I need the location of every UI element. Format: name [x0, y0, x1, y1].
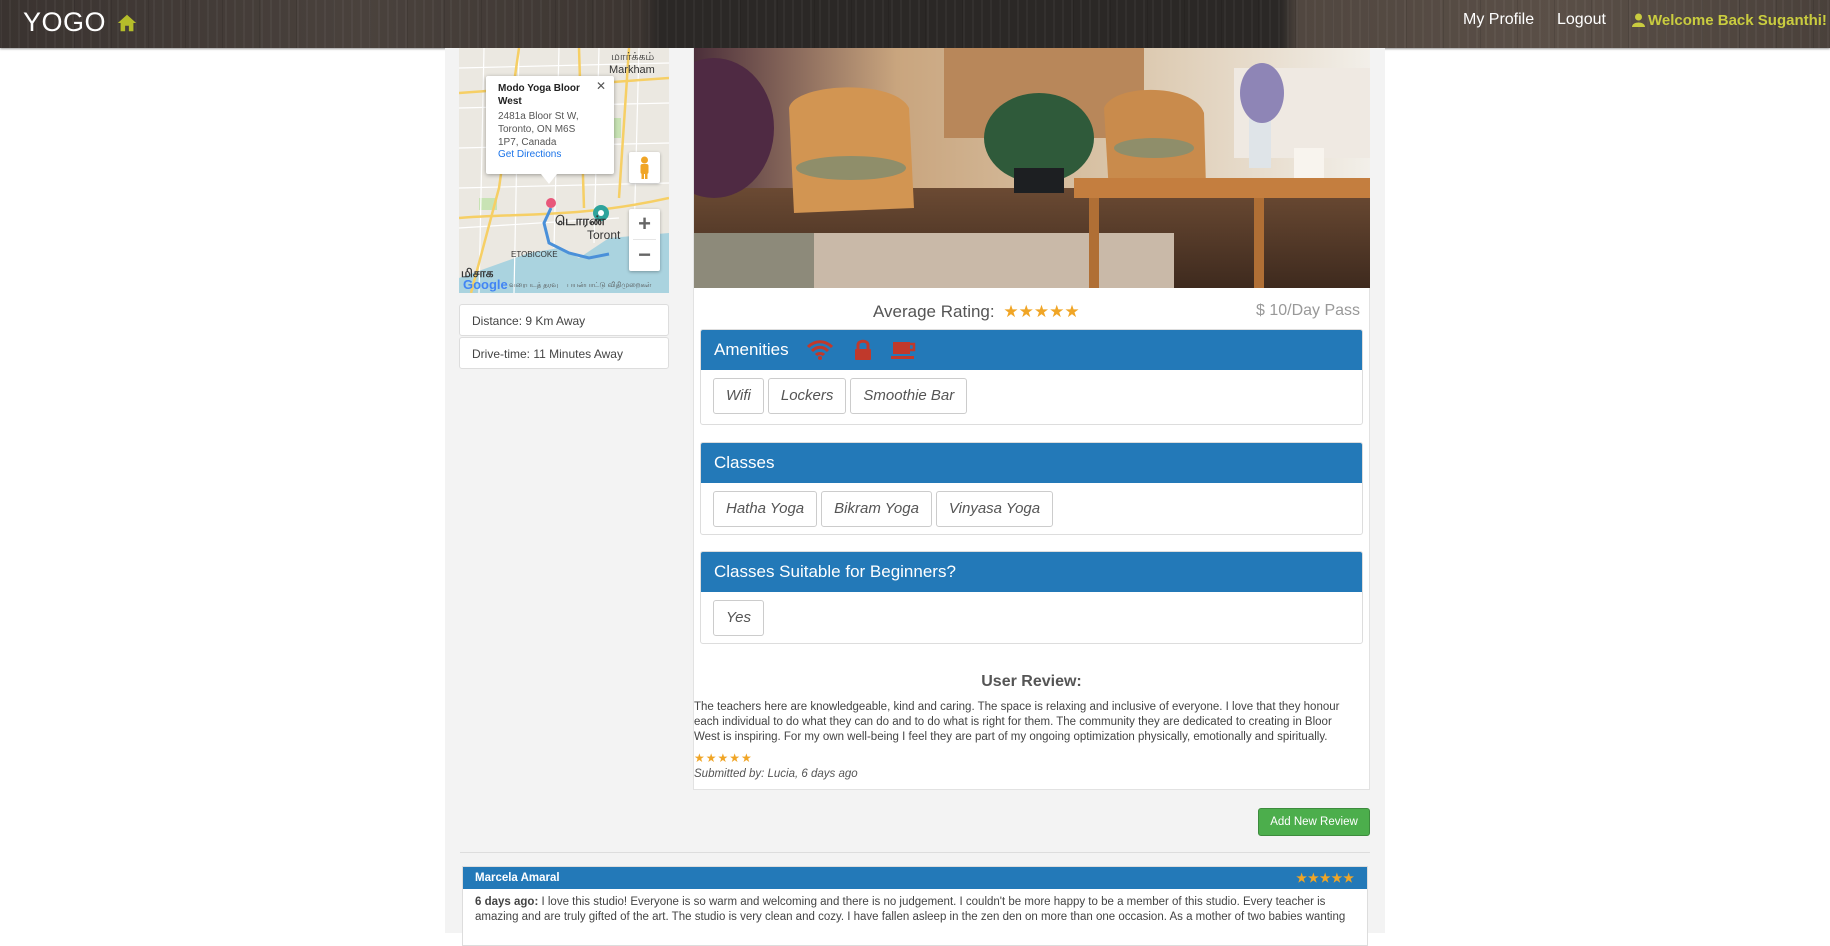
coffee-icon	[891, 342, 916, 359]
distance-box: Distance: 9 Km Away	[459, 304, 669, 336]
class-tag: Bikram Yoga	[821, 491, 932, 527]
popup-title: Modo Yoga Bloor West	[498, 83, 580, 107]
amenities-title: Amenities	[714, 340, 789, 359]
zoom-in-button[interactable]: +	[629, 209, 660, 239]
review-date: 6 days ago:	[475, 896, 539, 908]
star-icon: ★	[1018, 302, 1034, 321]
map-label-markham: Markham	[609, 64, 655, 76]
user-review-submitted-by: Submitted by: Lucia, 6 days ago	[694, 768, 858, 780]
review-card-body: 6 days ago: I love this studio! Everyone…	[463, 889, 1367, 931]
map-data-text[interactable]: வரைபடத் தரவு	[509, 281, 558, 290]
brand-logo[interactable]: YOGO	[23, 7, 106, 38]
amenity-tag: Wifi	[713, 378, 764, 414]
drive-time-box: Drive-time: 11 Minutes Away	[459, 337, 669, 369]
average-rating-label: Average Rating:	[873, 302, 995, 321]
studio-photo-illustration	[694, 48, 1370, 288]
welcome-message[interactable]: Welcome Back Suganthi!	[1632, 12, 1827, 29]
beginners-list: Yes	[701, 592, 1362, 644]
lock-icon	[855, 339, 871, 360]
map-label-markham-ta: மார்க்கம்	[611, 51, 655, 63]
review-card-header: Marcela Amaral ★★★★★	[463, 867, 1367, 889]
zoom-controls: + −	[629, 209, 660, 271]
google-logo: Google	[463, 277, 508, 292]
amenities-section: Amenities Wifi Lockers Smoothie Bar	[700, 329, 1363, 425]
popup-address: 2481a Bloor St W, Toronto, ON M6S 1P7, C…	[498, 111, 579, 148]
review-card: Marcela Amaral ★★★★★ 6 days ago: I love …	[462, 866, 1368, 946]
star-icon: ★	[1049, 302, 1065, 321]
popup-tail	[541, 174, 557, 184]
star-icon: ★	[1033, 302, 1050, 321]
map-label-etobicoke: ETOBICOKE	[511, 250, 558, 259]
pegman-icon[interactable]	[629, 152, 660, 183]
beginners-tag: Yes	[713, 600, 765, 636]
close-icon[interactable]: ✕	[596, 79, 606, 93]
price-label: $ 10/Day Pass	[1256, 302, 1361, 319]
home-icon[interactable]	[116, 12, 138, 34]
map-label-toronto: Toront	[587, 228, 621, 242]
classes-list: Hatha Yoga Bikram Yoga Vinyasa Yoga	[701, 483, 1362, 535]
user-review-title: User Review:	[981, 673, 1082, 690]
review-card-stars: ★★★★★	[1296, 871, 1355, 885]
welcome-text: Welcome Back Suganthi!	[1648, 12, 1827, 29]
user-review-stars: ★★★★★	[694, 751, 753, 765]
zoom-out-button[interactable]: −	[629, 240, 660, 270]
beginners-section: Classes Suitable for Beginners? Yes	[700, 551, 1363, 644]
review-card-text: I love this studio! Everyone is so warm …	[475, 896, 1346, 923]
user-icon	[1632, 13, 1645, 27]
average-rating: Average Rating: ★★★★★	[873, 302, 1080, 322]
classes-section: Classes Hatha Yoga Bikram Yoga Vinyasa Yog…	[700, 442, 1363, 535]
class-tag: Hatha Yoga	[713, 491, 818, 527]
star-icon: ★	[1003, 302, 1019, 321]
review-author: Marcela Amaral	[475, 872, 560, 884]
logout-link[interactable]: Logout	[1557, 11, 1606, 29]
amenities-header: Amenities	[701, 330, 1362, 370]
add-new-review-button[interactable]: Add New Review	[1258, 808, 1370, 836]
classes-header: Classes	[701, 443, 1362, 483]
studio-photo	[694, 48, 1370, 288]
star-icon: ★	[1064, 302, 1080, 321]
class-tag: Vinyasa Yoga	[935, 491, 1054, 527]
amenities-list: Wifi Lockers Smoothie Bar	[701, 370, 1362, 422]
divider	[460, 852, 1370, 853]
user-review-text: The teachers here are knowledgeable, kin…	[694, 701, 1340, 743]
my-profile-link[interactable]: My Profile	[1463, 11, 1534, 29]
average-rating-stars: ★★★★★	[1003, 302, 1079, 322]
top-navbar: YOGO My Profile Logout Welcome Back Suga…	[0, 0, 1830, 48]
beginners-header: Classes Suitable for Beginners?	[701, 552, 1362, 592]
map-terms-link[interactable]: பயன்பாட்டு விதிமுறைகள்	[567, 281, 651, 290]
map-info-popup: Modo Yoga Bloor West 2481a Bloor St W, T…	[486, 76, 614, 184]
amenity-tag: Lockers	[767, 378, 847, 414]
location-map[interactable]: மார்க்கம் Markham டொரண் Toront ETOBICOKE…	[459, 48, 669, 293]
get-directions-link[interactable]: Get Directions	[498, 149, 561, 160]
wifi-icon	[807, 340, 833, 360]
amenity-tag: Smoothie Bar	[850, 378, 968, 414]
